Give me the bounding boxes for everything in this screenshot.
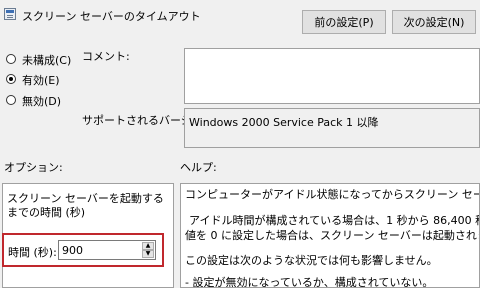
supported-value: Windows 2000 Service Pack 1 以降	[184, 108, 480, 148]
policy-icon	[4, 8, 16, 20]
radio-disabled-dot[interactable]	[6, 95, 16, 105]
help-line-2: アイドル時間が構成されている場合は、1 秒から 86,400 秒 (24 時間)…	[189, 214, 479, 227]
radio-disabled-label: 無効(D)	[22, 95, 62, 108]
comment-label: コメント:	[82, 50, 130, 63]
help-label: ヘルプ:	[180, 161, 217, 174]
time-field-label: 時間 (秒):	[8, 246, 57, 259]
help-panel: コンピューターがアイドル状態になってからスクリーン セーバーが起動されるまでの時…	[180, 183, 480, 288]
help-line-4: この設定は次のような状況では何も影響しません。	[185, 254, 438, 267]
time-spinner-value[interactable]: 900	[62, 244, 83, 257]
options-description: スクリーン セーバーを起動するまでの時間 (秒)	[7, 192, 164, 219]
radio-enabled-label: 有効(E)	[22, 74, 60, 87]
comment-textarea[interactable]	[184, 48, 480, 104]
radio-enabled-dot[interactable]	[6, 74, 16, 84]
radio-not-configured-label: 未構成(C)	[22, 54, 72, 67]
help-line-1: コンピューターがアイドル状態になってからスクリーン セーバーが起動されるまでの時	[185, 188, 479, 201]
next-setting-button[interactable]: 次の設定(N)	[392, 10, 476, 34]
help-line-5: - 設定が無効になっているか、構成されていない。	[185, 276, 434, 288]
help-line-3: 値を 0 に設定した場合は、スクリーン セーバーは起動されません。	[185, 229, 479, 242]
radio-not-configured-dot[interactable]	[6, 54, 16, 64]
time-spinner[interactable]: 900 ▲ ▼	[58, 240, 156, 260]
spin-down-icon[interactable]: ▼	[142, 250, 154, 258]
prev-setting-button[interactable]: 前の設定(P)	[302, 10, 386, 34]
spin-up-icon[interactable]: ▲	[142, 242, 154, 250]
options-label: オプション:	[4, 161, 63, 174]
window-title: スクリーン セーバーのタイムアウト	[22, 10, 201, 23]
